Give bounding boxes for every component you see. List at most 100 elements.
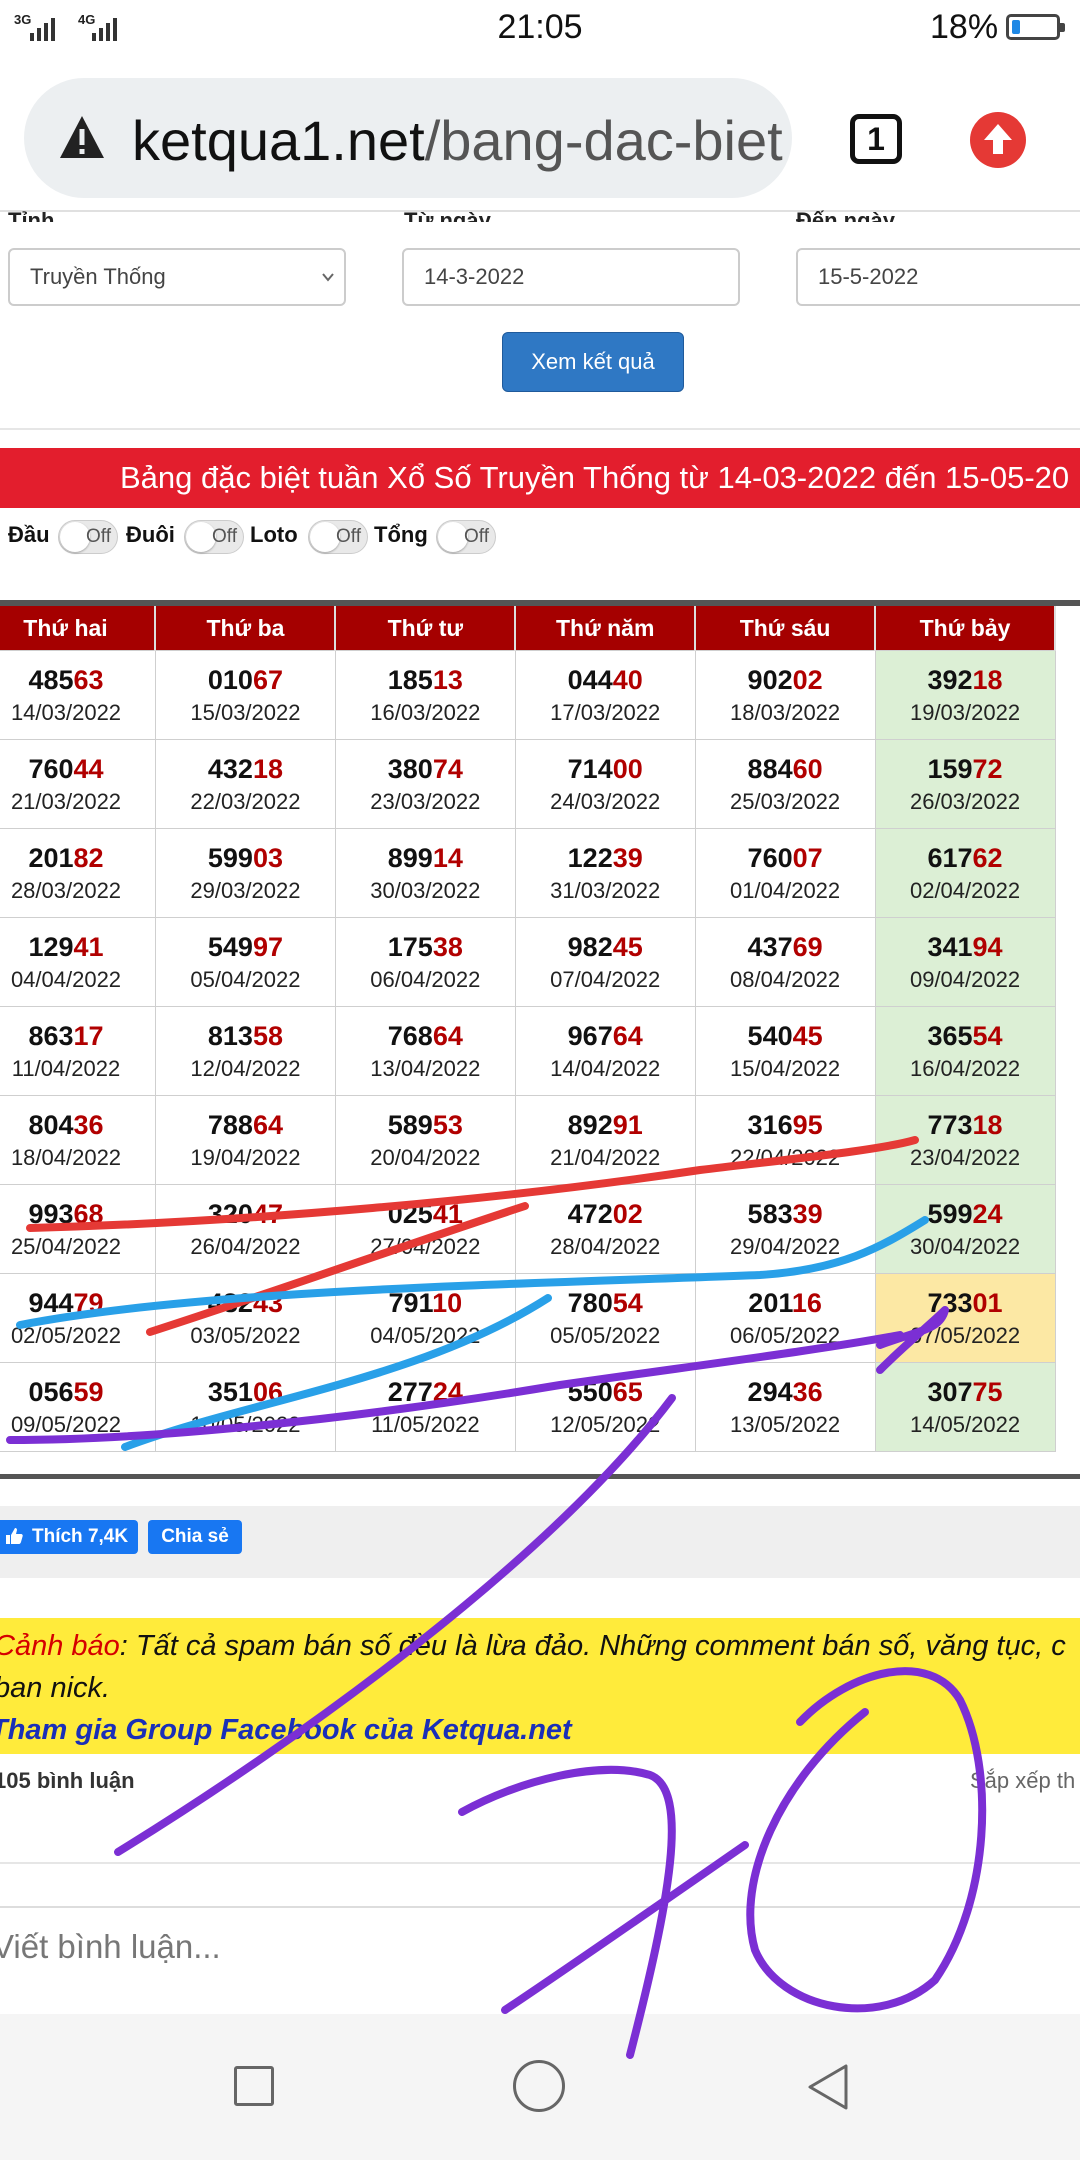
result-cell: 30775 14/05/2022: [874, 1362, 1056, 1452]
toggle-duoi[interactable]: Off: [184, 520, 244, 554]
search-form: Tỉnh Truyền Thống Từ ngày 14-3-2022 Đến …: [0, 208, 1080, 432]
toggle-loto[interactable]: Off: [308, 520, 368, 554]
url-bar[interactable]: ketqua1.net/bang-dac-biet: [24, 78, 792, 198]
column-header: Thứ sáu: [695, 606, 877, 651]
result-cell: 54045 15/04/2022: [694, 1006, 876, 1096]
result-number: 30775: [927, 1377, 1003, 1407]
result-date: 20/04/2022: [370, 1145, 481, 1170]
result-date: 06/05/2022: [730, 1323, 841, 1348]
result-cell: 29436 13/05/2022: [694, 1362, 876, 1452]
toggle-dau[interactable]: Off: [58, 520, 118, 554]
result-number: 90202: [747, 665, 823, 695]
result-number: 38074: [387, 754, 463, 784]
from-date-label: Từ ngày: [404, 208, 491, 222]
result-date: 11/04/2022: [11, 1056, 121, 1081]
table-row: 48563 14/03/2022 01067 15/03/2022 18513 16/03…: [0, 650, 1056, 740]
tab-switcher-button[interactable]: 1: [850, 114, 902, 164]
result-cell: 81358 12/04/2022: [154, 1006, 336, 1096]
result-cell: 12941 04/04/2022: [0, 917, 156, 1007]
warning-icon[interactable]: [58, 114, 106, 160]
result-cell: 47202 28/04/2022: [514, 1184, 696, 1274]
table-row: 80436 18/04/2022 78864 19/04/2022 58953 20/04…: [0, 1095, 1056, 1185]
result-number: 47202: [567, 1199, 643, 1229]
from-date-input[interactable]: 14-3-2022: [402, 248, 740, 306]
result-cell: 39218 19/03/2022: [874, 650, 1056, 740]
result-date: 07/04/2022: [550, 967, 661, 992]
result-number: 79110: [388, 1288, 463, 1318]
result-cell: 76044 21/03/2022: [0, 739, 156, 829]
result-number: 76864: [387, 1021, 463, 1051]
result-cell: 78864 19/04/2022: [154, 1095, 336, 1185]
home-button[interactable]: [513, 2060, 565, 2112]
result-cell: 99368 25/04/2022: [0, 1184, 156, 1274]
battery-percent: 18%: [930, 8, 999, 46]
recent-apps-button[interactable]: [234, 2066, 274, 2106]
result-date: 05/05/2022: [550, 1323, 661, 1348]
result-date: 25/03/2022: [730, 789, 841, 814]
url-domain: ketqua1.net: [132, 109, 425, 172]
like-label: Thích 7,4K: [32, 1526, 129, 1547]
result-date: 30/03/2022: [370, 878, 481, 903]
result-date: 05/04/2022: [190, 967, 301, 992]
province-label: Tỉnh: [8, 208, 55, 222]
result-date: 08/04/2022: [730, 967, 841, 992]
arrow-up-icon: [984, 124, 1012, 154]
comment-count: 105 bình luận: [0, 1768, 135, 1793]
result-cell: 59924 30/04/2022: [874, 1184, 1056, 1274]
result-date: 26/03/2022: [909, 789, 1021, 814]
result-number: 54045: [747, 1021, 823, 1051]
toggle-bar: Đầu Off Đuôi Off Loto Off Tổng Off: [0, 516, 1080, 566]
result-cell: 36554 16/04/2022: [874, 1006, 1056, 1096]
result-number: 86317: [28, 1021, 104, 1051]
result-number: 54997: [207, 932, 283, 962]
result-cell: 90202 18/03/2022: [694, 650, 876, 740]
result-date: 23/03/2022: [370, 789, 481, 814]
result-number: 34194: [927, 932, 1003, 962]
result-number: 58953: [387, 1110, 463, 1140]
back-button[interactable]: [804, 2062, 854, 2112]
result-date: 22/04/2022: [730, 1145, 841, 1170]
table-body: 48563 14/03/2022 01067 15/03/2022 18513 16/03…: [0, 650, 1056, 1452]
url-text[interactable]: ketqua1.net/bang-dac-biet: [132, 108, 783, 173]
result-number: 81358: [207, 1021, 283, 1051]
result-date: 16/03/2022: [370, 700, 481, 725]
comment-input[interactable]: Viết bình luận...: [0, 1906, 1080, 1986]
result-number: 76044: [28, 754, 104, 784]
upload-button[interactable]: [970, 112, 1026, 168]
like-button[interactable]: Thích 7,4K: [0, 1520, 138, 1554]
result-cell: 76864 13/04/2022: [334, 1006, 516, 1096]
url-path: /bang-dac-biet: [424, 109, 783, 172]
results-table-container: Thứ hai Thứ ba Thứ tư Thứ năm Thứ sáu Thứ bảy…: [0, 600, 1080, 1479]
result-date: 30/04/2022: [909, 1234, 1021, 1259]
result-date: 19/04/2022: [190, 1145, 301, 1170]
result-date: 27/04/2022: [370, 1234, 481, 1259]
result-date: 15/03/2022: [190, 700, 301, 725]
toggle-tong[interactable]: Off: [436, 520, 496, 554]
result-date: 15/04/2022: [730, 1056, 841, 1081]
toggle-label-dau: Đầu: [8, 522, 50, 547]
result-cell: 86317 11/04/2022: [0, 1006, 156, 1096]
result-date: 23/04/2022: [909, 1145, 1021, 1170]
province-value: Truyền Thống: [30, 264, 166, 289]
result-cell: 58953 20/04/2022: [334, 1095, 516, 1185]
result-number: 20116: [748, 1288, 822, 1318]
result-cell: 55065 12/05/2022: [514, 1362, 696, 1452]
result-number: 78864: [207, 1110, 283, 1140]
result-cell: 17538 06/04/2022: [334, 917, 516, 1007]
result-number: 96764: [567, 1021, 643, 1051]
result-cell: 79110 04/05/2022: [334, 1273, 516, 1363]
result-number: 55065: [567, 1377, 643, 1407]
facebook-group-link[interactable]: Tham gia Group Facebook của Ketqua.net: [0, 1714, 572, 1747]
result-cell: 88460 25/03/2022: [694, 739, 876, 829]
view-results-button[interactable]: Xem kết quả: [502, 332, 684, 392]
province-select[interactable]: Truyền Thống: [8, 248, 346, 306]
result-cell: 96764 14/04/2022: [514, 1006, 696, 1096]
result-date: 29/03/2022: [190, 878, 301, 903]
result-number: 94479: [28, 1288, 104, 1318]
to-date-input[interactable]: 15-5-2022: [796, 248, 1080, 306]
share-button[interactable]: Chia sẻ: [148, 1520, 242, 1554]
result-date: 28/03/2022: [10, 878, 122, 903]
result-cell: 15972 26/03/2022: [874, 739, 1056, 829]
result-date: 10/05/2022: [190, 1412, 301, 1437]
sort-dropdown[interactable]: Sắp xếp th: [970, 1768, 1075, 1794]
